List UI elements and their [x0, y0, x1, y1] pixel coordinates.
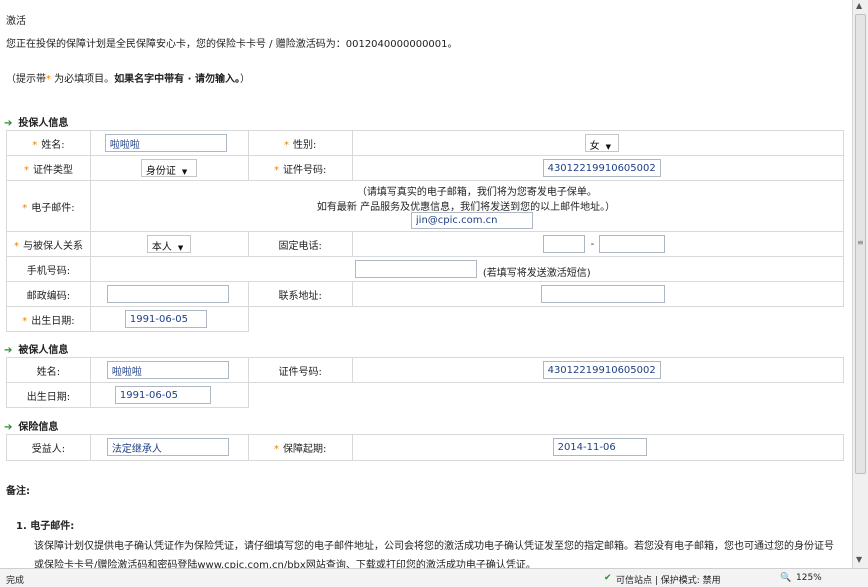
insured-idno-label: 证件号码:	[278, 366, 322, 378]
section-insurance: ➔ 保险信息	[4, 418, 58, 433]
email-label: 电子邮件:	[31, 202, 75, 214]
zip-label: 邮政编码:	[26, 290, 71, 302]
notes-item1-line2: 或保险卡卡号/赠险激活码和密码登陆www.cpic.com.cn/bbx网站查询…	[34, 560, 536, 568]
email-input[interactable]	[410, 212, 533, 229]
notes-item1-line1: 该保障计划仅提供电子确认凭证作为保险凭证，请仔细填写您的电子邮件地址，公司会将您…	[34, 541, 834, 552]
insured-name-label: 姓名:	[36, 366, 61, 378]
applicant-name-input[interactable]	[104, 134, 227, 152]
section-applicant: ➔ 投保人信息	[4, 114, 68, 129]
relation-select[interactable]: 本人 ▼	[146, 235, 191, 253]
zoom-level[interactable]: 125%	[796, 573, 822, 583]
phone-number-input[interactable]	[598, 235, 665, 253]
relation-label: 与被保人关系	[22, 240, 83, 252]
hint-prefix: （提示带	[6, 74, 46, 85]
idtype-select[interactable]: 身份证 ▼	[140, 159, 197, 177]
notes-item1-title: 1. 电子邮件:	[16, 521, 75, 532]
chevron-down-icon: ▼	[605, 143, 611, 151]
email-note-2: 如有最新 产品服务及优惠信息，我们将发送到您的以上邮件地址。）	[316, 202, 616, 213]
chevron-down-icon: ▼	[181, 168, 188, 176]
beneficiary-label: 受益人:	[31, 444, 66, 455]
birth-label: 出生日期:	[31, 315, 75, 327]
section-insured: ➔ 被保人信息	[4, 341, 68, 356]
name-label-cell: * 姓名:	[6, 130, 91, 156]
hint-bold: 如果名字中带有 · 请勿输入。	[114, 74, 240, 85]
gender-label: 性别:	[292, 139, 317, 151]
insured-table: 姓名: 证件号码: 出生日期:	[6, 357, 845, 408]
scroll-down-arrow-icon[interactable]: ▼	[856, 555, 862, 564]
intro-text: 您正在投保的保障计划是全民保障安心卡，您的保险卡卡号 / 赠险激活码为：0012…	[6, 39, 458, 50]
hint-text: （提示带* 为必填项目。如果名字中带有 · 请勿输入。）	[6, 70, 250, 85]
gender-select[interactable]: 女 ▼	[584, 134, 619, 152]
page-title: 激活	[6, 16, 26, 27]
mobile-note: (若填写将发送激活短信)	[482, 268, 591, 279]
beneficiary-input[interactable]	[106, 438, 229, 456]
relation-value: 本人	[151, 242, 172, 253]
arrow-right-icon: ➔	[4, 345, 13, 356]
notes-title: 备注:	[6, 486, 30, 497]
section-insured-title: 被保人信息	[18, 345, 69, 356]
section-insurance-title: 保险信息	[18, 422, 59, 433]
address-input[interactable]	[540, 285, 665, 303]
name-label: 姓名:	[41, 139, 65, 151]
hint-end: ）	[239, 74, 250, 85]
hint-middle: 为必填项目。	[51, 74, 115, 85]
phone-separator: -	[590, 239, 595, 250]
scroll-grip-icon: ≡	[857, 238, 864, 247]
zip-input[interactable]	[106, 285, 229, 303]
idtype-value: 身份证	[145, 166, 176, 177]
section-applicant-title: 投保人信息	[18, 118, 69, 129]
mobile-label: 手机号码:	[26, 265, 71, 277]
status-bar: 完成 ✔ 可信站点 | 保护模式: 禁用 🔍 125%	[0, 568, 868, 587]
insured-name-input[interactable]	[106, 361, 229, 379]
check-icon: ✔	[604, 573, 612, 583]
scroll-up-arrow-icon[interactable]: ▲	[856, 1, 862, 10]
gender-value: 女	[589, 141, 600, 152]
insured-idno-input[interactable]	[542, 361, 661, 379]
email-note-1: （请填写真实的电子邮箱，我们将为您寄发电子保单。	[356, 187, 597, 198]
start-date-label: 保障起期:	[282, 444, 327, 455]
zoom-icon: 🔍	[780, 573, 792, 583]
applicant-birth-input[interactable]	[124, 310, 207, 328]
insured-birth-label: 出生日期:	[26, 391, 71, 403]
applicant-idno-input[interactable]	[542, 159, 661, 177]
idtype-label: 证件类型	[32, 164, 73, 176]
phone-area-input[interactable]	[542, 235, 585, 253]
chevron-down-icon: ▼	[177, 244, 184, 252]
applicant-table: *姓名: *性别: 女▼ *证件类型 身份证▼ *证件号码: *电子邮件: （请…	[6, 130, 845, 332]
mobile-input[interactable]	[354, 260, 477, 278]
start-date-input[interactable]	[552, 438, 647, 456]
insurance-table: 受益人: *保障起期:	[6, 434, 845, 461]
security-zone[interactable]: 可信站点 | 保护模式: 禁用	[616, 573, 721, 586]
vertical-scrollbar[interactable]: ▲ ≡ ▼	[852, 0, 868, 568]
idno-label: 证件号码:	[282, 164, 327, 176]
phone-label: 固定电话:	[278, 240, 322, 252]
status-text: 完成	[6, 576, 25, 586]
address-label: 联系地址:	[278, 290, 322, 302]
insured-birth-input[interactable]	[114, 386, 211, 404]
page: 激活 您正在投保的保障计划是全民保障安心卡，您的保险卡卡号 / 赠险激活码为：0…	[0, 0, 852, 568]
arrow-right-icon: ➔	[4, 422, 13, 433]
arrow-right-icon: ➔	[4, 118, 13, 129]
